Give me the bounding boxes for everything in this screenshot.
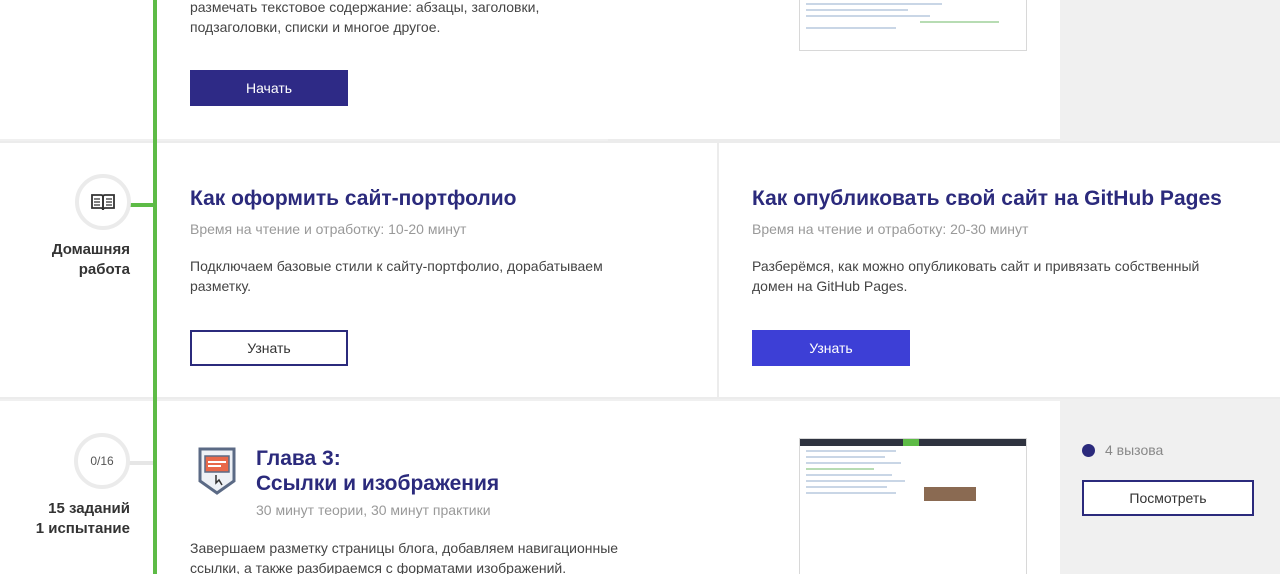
- chapter3-preview-screenshot: [799, 438, 1027, 574]
- card-divider: [717, 143, 719, 397]
- lesson-preview-screenshot: [799, 0, 1027, 51]
- chapter3-title[interactable]: Глава 3: Ссылки и изображения: [256, 446, 499, 496]
- chapter3-progress-node: 0/16: [74, 433, 130, 489]
- homework-card-2-description: Разберёмся, как можно опубликовать сайт …: [752, 258, 1200, 294]
- chapter3-challenges: 4 вызова: [1105, 442, 1164, 458]
- chapter3-progress: 0/16: [90, 454, 114, 468]
- chapter3-description: Завершаем разметку страницы блога, добав…: [190, 540, 619, 574]
- homework-node: [75, 174, 131, 230]
- chapter3-tasks-label: 15 заданий 1 испытание: [35, 500, 130, 537]
- start-button[interactable]: Начать: [190, 70, 348, 106]
- timeline-branch-inactive: [128, 461, 153, 465]
- open-book-icon: [91, 194, 115, 211]
- timeline-branch: [128, 203, 156, 207]
- chapter3-section: Глава 3: Ссылки и изображения 30 минут т…: [0, 401, 1060, 574]
- chapter-badge-icon: [198, 447, 236, 495]
- homework-card-2-learn-button[interactable]: Узнать: [752, 330, 910, 366]
- homework-card-1-meta: Время на чтение и отработку: 10-20 минут: [190, 221, 467, 237]
- homework-card-1-learn-button[interactable]: Узнать: [190, 330, 348, 366]
- homework-card-2-meta: Время на чтение и отработку: 20-30 минут: [752, 221, 1029, 237]
- homework-card-1-title[interactable]: Как оформить сайт-портфолио: [190, 187, 517, 211]
- homework-card-1-description: Подключаем базовые стили к сайту-портфол…: [190, 258, 603, 294]
- homework-label: Домашняя работа: [51, 241, 130, 278]
- top-lesson-description: размечать текстовое содержание: абзацы, …: [190, 0, 540, 35]
- homework-section: Как оформить сайт-портфолио Время на чте…: [0, 141, 1280, 399]
- chapter3-meta: 30 минут теории, 30 минут практики: [256, 502, 491, 518]
- view-button[interactable]: Посмотреть: [1082, 480, 1254, 516]
- timeline-line: [153, 0, 157, 574]
- top-lesson-section: размечать текстовое содержание: абзацы, …: [0, 0, 1060, 139]
- challenge-bullet-icon: [1082, 444, 1095, 457]
- homework-card-2-title[interactable]: Как опубликовать свой сайт на GitHub Pag…: [752, 187, 1222, 211]
